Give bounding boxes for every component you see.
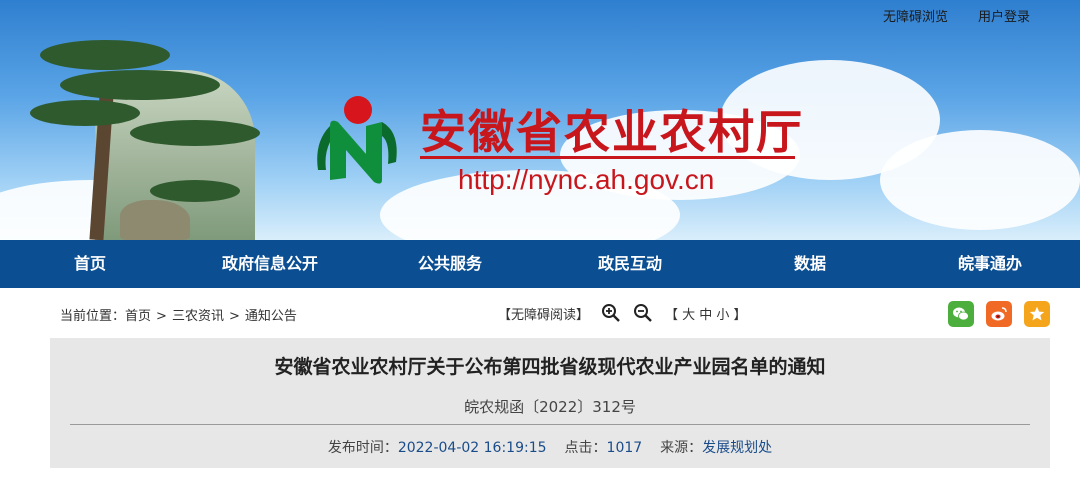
document-number: 皖农规函〔2022〕312号 — [464, 398, 636, 416]
weibo-share-button[interactable] — [986, 301, 1012, 327]
zoom-out-icon[interactable] — [633, 303, 653, 323]
nav-item-public-service[interactable]: 公共服务 — [360, 240, 540, 288]
article-title: 安徽省农业农村厅关于公布第四批省级现代农业产业园名单的通知 — [274, 356, 826, 378]
breadcrumb-home[interactable]: 首页 — [125, 309, 151, 324]
publish-time-label: 发布时间： — [327, 440, 398, 456]
header-banner: 无障碍浏览 用户登录 安徽省农业农村厅 http://nync.ah.gov.c… — [0, 0, 1080, 240]
breadcrumb-prefix: 当前位置： — [60, 309, 126, 324]
breadcrumb-sannong[interactable]: 三农资讯 — [172, 309, 224, 324]
zoom-in-icon[interactable] — [601, 303, 621, 323]
font-size-selector[interactable]: 【 大 中 小 】 — [665, 304, 747, 323]
cloud-decoration — [880, 130, 1080, 230]
title-underline — [420, 156, 795, 159]
top-utility-nav: 无障碍浏览 用户登录 — [883, 6, 1030, 25]
breadcrumb-separator: > — [156, 309, 167, 324]
accessible-read-button[interactable]: 【无障碍阅读】 — [498, 304, 589, 323]
reading-tools: 【无障碍阅读】 【 大 中 小 】 — [498, 303, 747, 323]
nav-item-home[interactable]: 首页 — [0, 240, 180, 288]
weibo-icon — [991, 307, 1007, 321]
main-nav: 首页 政府信息公开 公共服务 政民互动 数据 皖事通办 — [0, 240, 1080, 288]
ministry-logo-icon — [317, 96, 397, 184]
pine-tree-foliage — [60, 70, 220, 100]
hits-value: 1017 — [606, 440, 643, 456]
favorite-icon — [1029, 306, 1045, 321]
article-meta: 发布时间：2022-04-02 16:19:15 点击：1017 来源：发展规划处 — [50, 437, 1050, 457]
source-link[interactable]: 发展规划处 — [702, 440, 772, 456]
toolbar: 当前位置：首页 > 三农资讯 > 通知公告 【无障碍阅读】 【 大 中 小 】 — [0, 288, 1080, 338]
wechat-icon — [953, 307, 969, 321]
pine-tree-foliage — [40, 40, 170, 70]
share-bar — [948, 301, 1050, 327]
site-url: http://nync.ah.gov.cn — [458, 164, 715, 195]
nav-item-data[interactable]: 数据 — [720, 240, 900, 288]
pine-tree-foliage — [150, 180, 240, 202]
publish-time-value: 2022-04-02 16:19:15 — [397, 440, 547, 456]
nav-item-gov-info[interactable]: 政府信息公开 — [180, 240, 360, 288]
rock-illustration — [120, 200, 190, 240]
source-label: 来源： — [660, 440, 703, 456]
site-title: 安徽省农业农村厅 — [420, 105, 804, 159]
nav-item-interaction[interactable]: 政民互动 — [540, 240, 720, 288]
pine-tree-foliage — [130, 120, 260, 146]
user-login-link[interactable]: 用户登录 — [978, 6, 1030, 25]
accessibility-link[interactable]: 无障碍浏览 — [883, 6, 948, 25]
breadcrumb-notices[interactable]: 通知公告 — [245, 309, 297, 324]
nav-item-wanshitong[interactable]: 皖事通办 — [900, 240, 1080, 288]
favorite-button[interactable] — [1024, 301, 1050, 327]
breadcrumb: 当前位置：首页 > 三农资讯 > 通知公告 — [60, 305, 297, 324]
wechat-share-button[interactable] — [948, 301, 974, 327]
breadcrumb-separator: > — [228, 309, 240, 324]
article-header: 安徽省农业农村厅关于公布第四批省级现代农业产业园名单的通知 皖农规函〔2022〕… — [50, 338, 1050, 468]
article-divider — [70, 424, 1030, 425]
pine-tree-foliage — [30, 100, 140, 126]
hits-label: 点击： — [564, 440, 607, 456]
